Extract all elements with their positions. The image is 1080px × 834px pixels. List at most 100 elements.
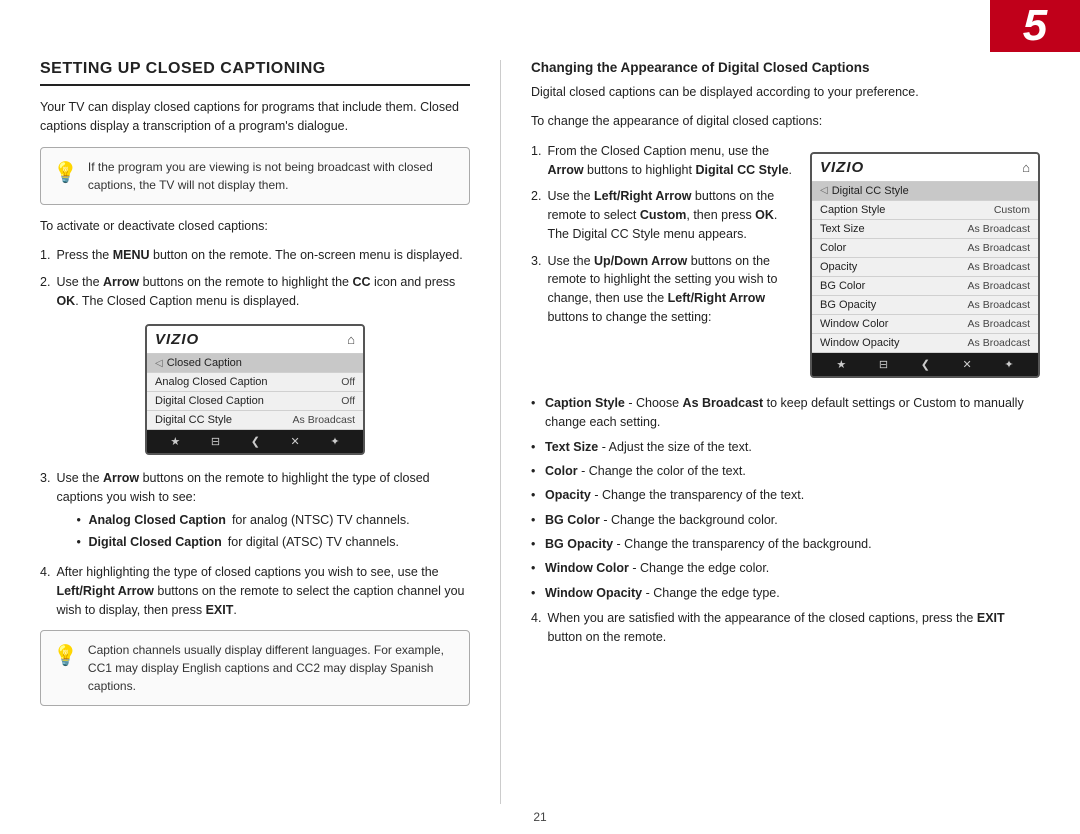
tv-screen-left: VIZIO ⌂ ◁ Closed Caption Analog Closed C… [145,324,365,455]
tv-row-right-0-label: Caption Style [820,204,994,216]
right-step-1: 1. From the Closed Caption menu, use the… [531,142,798,180]
left-column: SETTING UP CLOSED CAPTIONING Your TV can… [40,60,470,804]
vizio-logo-right: VIZIO [820,159,864,176]
tv-row-left-0-value: Off [341,376,355,388]
column-divider [500,60,501,804]
bottom-note-box: 💡 Caption channels usually display diffe… [40,630,470,706]
tv-row-right-3: Opacity As Broadcast [812,258,1038,277]
tv-row-left-0: Analog Closed Caption Off [147,373,363,392]
right-step-1-num: 1. [531,142,541,180]
step-3-num: 3. [40,469,50,555]
activate-paragraph: To activate or deactivate closed caption… [40,217,470,236]
tv-btn-down-right: ❮ [921,358,930,371]
tv-row-right-3-label: Opacity [820,261,968,273]
tv-row-right-5: BG Opacity As Broadcast [812,296,1038,315]
tv-row-right-2-value: As Broadcast [968,242,1030,254]
tv-row-right-6: Window Color As Broadcast [812,315,1038,334]
right-step-2: 2. Use the Left/Right Arrow buttons on t… [531,187,798,243]
tv-row-right-1-label: Text Size [820,223,968,235]
step-2-num: 2. [40,273,50,311]
info-box-1-text: If the program you are viewing is not be… [88,158,457,194]
right-step-4-list: 4. When you are satisfied with the appea… [531,609,1040,647]
step-1-text: Press the MENU button on the remote. The… [56,246,462,265]
right-bullet-window-color: Window Color - Change the edge color. [531,559,1040,578]
top-bar: 5 [990,0,1080,52]
step-3-text: Use the Arrow buttons on the remote to h… [56,469,470,555]
tv-header-left: VIZIO ⌂ [147,326,363,354]
tv-row-right-2-label: Color [820,242,968,254]
intro-paragraph: Your TV can display closed captions for … [40,98,470,137]
step-2-text: Use the Arrow buttons on the remote to h… [56,273,470,311]
right-step-2-num: 2. [531,187,541,243]
tv-btn-down-left: ❮ [251,435,260,448]
right-step-3-num: 3. [531,252,541,327]
steps-list-left: 1. Press the MENU button on the remote. … [40,246,470,310]
tv-menu-title-right: ◁ Digital CC Style [812,182,1038,201]
main-content: SETTING UP CLOSED CAPTIONING Your TV can… [40,60,1040,804]
tv-menu-title-label-left: Closed Caption [167,357,355,369]
right-steps-tv-container: 1. From the Closed Caption menu, use the… [531,142,1040,388]
tv-row-left-2-label: Digital CC Style [155,414,293,426]
right-steps-text: 1. From the Closed Caption menu, use the… [531,142,798,337]
bulb-icon: 💡 [53,160,78,185]
tv-btn-x-right: ✕ [963,358,972,371]
tv-row-right-6-value: As Broadcast [968,318,1030,330]
section-title: SETTING UP CLOSED CAPTIONING [40,60,470,86]
step-3: 3. Use the Arrow buttons on the remote t… [40,469,470,555]
tv-row-left-1-label: Digital Closed Caption [155,395,341,407]
tv-row-left-2: Digital CC Style As Broadcast [147,411,363,430]
steps-list-left-2: 3. Use the Arrow buttons on the remote t… [40,469,470,619]
tv-btn-star-left: ★ [170,435,180,448]
tv-screen-left-inner: VIZIO ⌂ ◁ Closed Caption Analog Closed C… [147,326,363,430]
right-bullet-window-opacity: Window Opacity - Change the edge type. [531,584,1040,603]
right-step-3-bullets: Caption Style - Choose As Broadcast to k… [531,394,1040,603]
right-step-3: 3. Use the Up/Down Arrow buttons on the … [531,252,798,327]
tv-btn-settings-right: ✦ [1004,358,1013,371]
right-para-2: To change the appearance of digital clos… [531,112,1040,131]
step-4-num: 4. [40,563,50,619]
tv-row-right-4: BG Color As Broadcast [812,277,1038,296]
tv-menu-title-left: ◁ Closed Caption [147,354,363,373]
right-column: Changing the Appearance of Digital Close… [531,60,1040,804]
right-num-list: 1. From the Closed Caption menu, use the… [531,142,798,327]
right-step-3-text: Use the Up/Down Arrow buttons on the rem… [547,252,798,327]
right-bullet-caption-style: Caption Style - Choose As Broadcast to k… [531,394,1040,433]
tv-row-right-6-label: Window Color [820,318,968,330]
tv-row-right-0-value: Custom [994,204,1030,216]
bullet-analog: Analog Closed Caption for analog (NTSC) … [76,511,470,530]
right-bullet-color: Color - Change the color of the text. [531,462,1040,481]
step-1: 1. Press the MENU button on the remote. … [40,246,470,265]
tv-footer-left: ★ ⊟ ❮ ✕ ✦ [147,430,363,453]
tv-menu-title-label-right: Digital CC Style [832,185,1030,197]
tv-row-right-1: Text Size As Broadcast [812,220,1038,239]
tv-footer-right: ★ ⊟ ❮ ✕ ✦ [812,353,1038,376]
tv-row-right-5-value: As Broadcast [968,299,1030,311]
page-number: 21 [533,810,546,824]
tv-row-right-2: Color As Broadcast [812,239,1038,258]
tv-screen-right: VIZIO ⌂ ◁ Digital CC Style Caption Style… [810,152,1040,378]
tv-row-right-4-label: BG Color [820,280,968,292]
tv-row-left-2-value: As Broadcast [293,414,355,426]
tv-row-left-1-value: Off [341,395,355,407]
right-step-4: 4. When you are satisfied with the appea… [531,609,1040,647]
right-step-2-text: Use the Left/Right Arrow buttons on the … [547,187,798,243]
tv-btn-x-left: ✕ [291,435,300,448]
step-1-num: 1. [40,246,50,265]
tv-row-right-3-value: As Broadcast [968,261,1030,273]
tv-row-right-0: Caption Style Custom [812,201,1038,220]
info-box-1: 💡 If the program you are viewing is not … [40,147,470,205]
step-2: 2. Use the Arrow buttons on the remote t… [40,273,470,311]
step-3-bullets: Analog Closed Caption for analog (NTSC) … [68,511,470,552]
right-step-1-text: From the Closed Caption menu, use the Ar… [547,142,798,180]
back-arrow-left: ◁ [155,358,163,369]
tv-screen-right-inner: VIZIO ⌂ ◁ Digital CC Style Caption Style… [812,154,1038,353]
tv-row-left-1: Digital Closed Caption Off [147,392,363,411]
right-step-4-text: When you are satisfied with the appearan… [547,609,1040,647]
back-arrow-right: ◁ [820,185,828,196]
tv-btn-settings-left: ✦ [330,435,339,448]
tv-btn-rect-left: ⊟ [211,435,220,448]
vizio-logo-left: VIZIO [155,331,199,348]
tv-row-right-1-value: As Broadcast [968,223,1030,235]
bulb-icon-2: 💡 [53,643,78,668]
tv-row-left-0-label: Analog Closed Caption [155,376,341,388]
